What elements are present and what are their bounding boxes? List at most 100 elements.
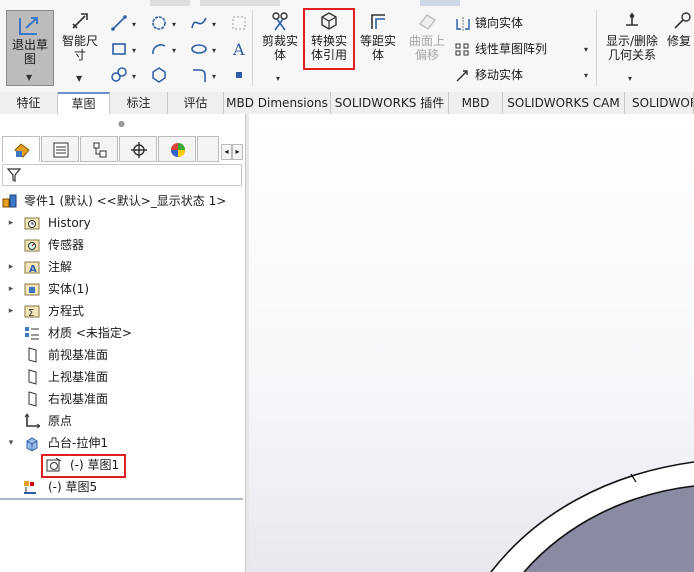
plane-icon bbox=[28, 347, 37, 363]
display-delete-relations-label: 显示/删除 几何关系 bbox=[605, 34, 659, 62]
ellipse-tool-icon[interactable] bbox=[190, 40, 208, 58]
circle-tool-icon[interactable] bbox=[150, 14, 168, 32]
svg-text:A: A bbox=[232, 40, 245, 58]
tree-item-top-plane[interactable]: 上视基准面 bbox=[6, 366, 241, 388]
display-manager-icon bbox=[171, 143, 185, 157]
sketch-icon bbox=[24, 481, 36, 494]
repair-sketch-button[interactable]: 修复 bbox=[667, 10, 694, 48]
tab-display-manager[interactable] bbox=[158, 136, 196, 162]
tree-item-history[interactable]: ▸ History bbox=[6, 212, 241, 234]
chevron-down-icon[interactable]: ▾ bbox=[584, 45, 588, 54]
chevron-down-icon[interactable]: ▾ bbox=[212, 20, 216, 29]
dimxpert-icon bbox=[131, 142, 147, 158]
chevron-down-icon[interactable]: ▾ bbox=[212, 46, 216, 55]
trim-entities-button[interactable]: 剪裁实 体 ▾ bbox=[256, 10, 304, 83]
plane-tool-icon[interactable] bbox=[230, 14, 248, 32]
chevron-down-icon[interactable]: ▾ bbox=[132, 72, 136, 81]
move-entities-button[interactable]: 移动实体 bbox=[455, 66, 523, 84]
offset-entities-icon bbox=[371, 14, 385, 29]
exit-sketch-icon bbox=[19, 17, 38, 35]
smart-dimension-label: 智能尺 寸 bbox=[61, 34, 98, 62]
part-icon bbox=[2, 194, 17, 208]
tab-feature-manager[interactable] bbox=[2, 136, 40, 162]
tree-item-annotations[interactable]: ▸ A 注解 bbox=[6, 256, 241, 278]
polygon-tool-icon[interactable] bbox=[150, 66, 168, 84]
tab-more-icon[interactable] bbox=[197, 136, 219, 162]
annotation-icon: A bbox=[24, 261, 40, 275]
tree-item-front-plane[interactable]: 前视基准面 bbox=[6, 344, 241, 366]
chevron-down-icon[interactable]: ▾ bbox=[172, 20, 176, 29]
move-icon bbox=[456, 69, 468, 81]
tab-features[interactable]: 特征 bbox=[0, 92, 58, 114]
tab-annotation[interactable]: 标注 bbox=[110, 92, 168, 114]
rectangle-tool-icon[interactable] bbox=[110, 40, 128, 58]
fillet-tool-icon[interactable] bbox=[190, 66, 208, 84]
tab-scroll-right-icon[interactable]: ▸ bbox=[232, 144, 243, 160]
tree-item-label: History bbox=[48, 216, 91, 230]
exit-sketch-button[interactable]: 退出草 图 ▼ bbox=[6, 10, 54, 86]
repair-label: 修复 bbox=[667, 34, 692, 48]
mirror-entities-button[interactable]: 镜向实体 bbox=[455, 14, 523, 32]
chevron-down-icon[interactable]: ▾ bbox=[132, 20, 136, 29]
expand-arrow-icon[interactable]: ▸ bbox=[6, 212, 16, 234]
tab-dimxpert-manager[interactable] bbox=[119, 136, 157, 162]
offset-entities-button[interactable]: 等距实 体 bbox=[354, 10, 402, 62]
tree-item-sensors[interactable]: 传感器 bbox=[6, 234, 241, 256]
offset-on-surface-label: 曲面上 偏移 bbox=[408, 34, 445, 62]
plane-icon bbox=[28, 369, 37, 385]
tab-sketch[interactable]: 草图 bbox=[58, 92, 110, 114]
chevron-down-icon: ▾ bbox=[628, 74, 633, 83]
collapse-arrow-icon[interactable]: ▾ bbox=[6, 432, 16, 454]
tree-filter-bar[interactable] bbox=[2, 164, 242, 186]
graphics-area[interactable] bbox=[246, 114, 694, 572]
tab-mbd[interactable]: MBD bbox=[449, 92, 503, 114]
chevron-down-icon[interactable]: ▾ bbox=[132, 46, 136, 55]
trim-icon bbox=[272, 12, 288, 31]
chevron-down-icon[interactable]: ▾ bbox=[172, 46, 176, 55]
tree-item-sketch5[interactable]: (-) 草图5 bbox=[20, 476, 240, 498]
tree-item-label: 原点 bbox=[48, 414, 73, 428]
line-tool-icon[interactable] bbox=[110, 14, 128, 32]
tree-root-part[interactable]: 零件1 (默认) <<默认>_显示状态 1> bbox=[2, 190, 242, 212]
point-tool-icon[interactable] bbox=[230, 66, 248, 84]
command-manager-tabs: 特征 草图 标注 评估 MBD Dimensions SOLIDWORKS 插件… bbox=[0, 92, 694, 115]
tree-item-label: 方程式 bbox=[48, 304, 85, 318]
part-geometry[interactable] bbox=[246, 114, 694, 572]
tab-mbd-dimensions[interactable]: MBD Dimensions bbox=[224, 92, 331, 114]
display-delete-relations-button[interactable]: 显示/删除 几何关系 ▾ bbox=[600, 10, 664, 83]
panel-grip-icon[interactable]: ● bbox=[118, 119, 125, 128]
tree-item-boss-extrude[interactable]: ▾ 凸台-拉伸1 bbox=[6, 432, 241, 454]
chevron-down-icon[interactable]: ▾ bbox=[584, 71, 588, 80]
slot-tool-icon[interactable] bbox=[110, 66, 128, 84]
tab-evaluate[interactable]: 评估 bbox=[168, 92, 224, 114]
filter-icon bbox=[6, 168, 22, 182]
tab-scroll-left-icon[interactable]: ◂ bbox=[221, 144, 232, 160]
tree-item-label: 右视基准面 bbox=[48, 392, 109, 406]
smart-dimension-button[interactable]: 智能尺 寸 ▼ bbox=[56, 10, 104, 83]
expand-arrow-icon[interactable]: ▸ bbox=[6, 256, 16, 278]
mirror-label: 镜向实体 bbox=[475, 16, 524, 30]
arc-tool-icon[interactable] bbox=[150, 40, 168, 58]
tree-item-equations[interactable]: ▸ Σ 方程式 bbox=[6, 300, 241, 322]
expand-arrow-icon[interactable]: ▸ bbox=[6, 278, 16, 300]
linear-pattern-icon bbox=[455, 43, 469, 55]
expand-arrow-icon[interactable]: ▸ bbox=[6, 300, 16, 322]
tab-solidworks-cam[interactable]: SOLIDWORKS CAM bbox=[503, 92, 625, 114]
trim-label: 剪裁实 体 bbox=[261, 34, 298, 62]
linear-pattern-button[interactable]: 线性草图阵列 bbox=[455, 40, 547, 58]
spline-tool-icon[interactable] bbox=[190, 14, 208, 32]
tab-configuration-manager[interactable] bbox=[80, 136, 118, 162]
tab-solidworks-addins[interactable]: SOLIDWORKS 插件 bbox=[331, 92, 449, 114]
tab-solidworks-more[interactable]: SOLIDWORKS bbox=[625, 92, 694, 114]
tree-item-solid-bodies[interactable]: ▸ 实体(1) bbox=[6, 278, 241, 300]
sketch1-highlight bbox=[41, 454, 126, 478]
offset-entities-label: 等距实 体 bbox=[359, 34, 396, 62]
tree-item-label: 实体(1) bbox=[48, 282, 89, 296]
tree-item-right-plane[interactable]: 右视基准面 bbox=[6, 388, 241, 410]
offset-on-surface-button[interactable]: 曲面上 偏移 bbox=[403, 10, 451, 62]
text-tool-icon[interactable]: A bbox=[230, 40, 248, 58]
tree-item-material[interactable]: 材质 <未指定> bbox=[6, 322, 241, 344]
tree-item-origin[interactable]: 原点 bbox=[6, 410, 241, 432]
chevron-down-icon[interactable]: ▾ bbox=[212, 72, 216, 81]
tab-property-manager[interactable] bbox=[41, 136, 79, 162]
